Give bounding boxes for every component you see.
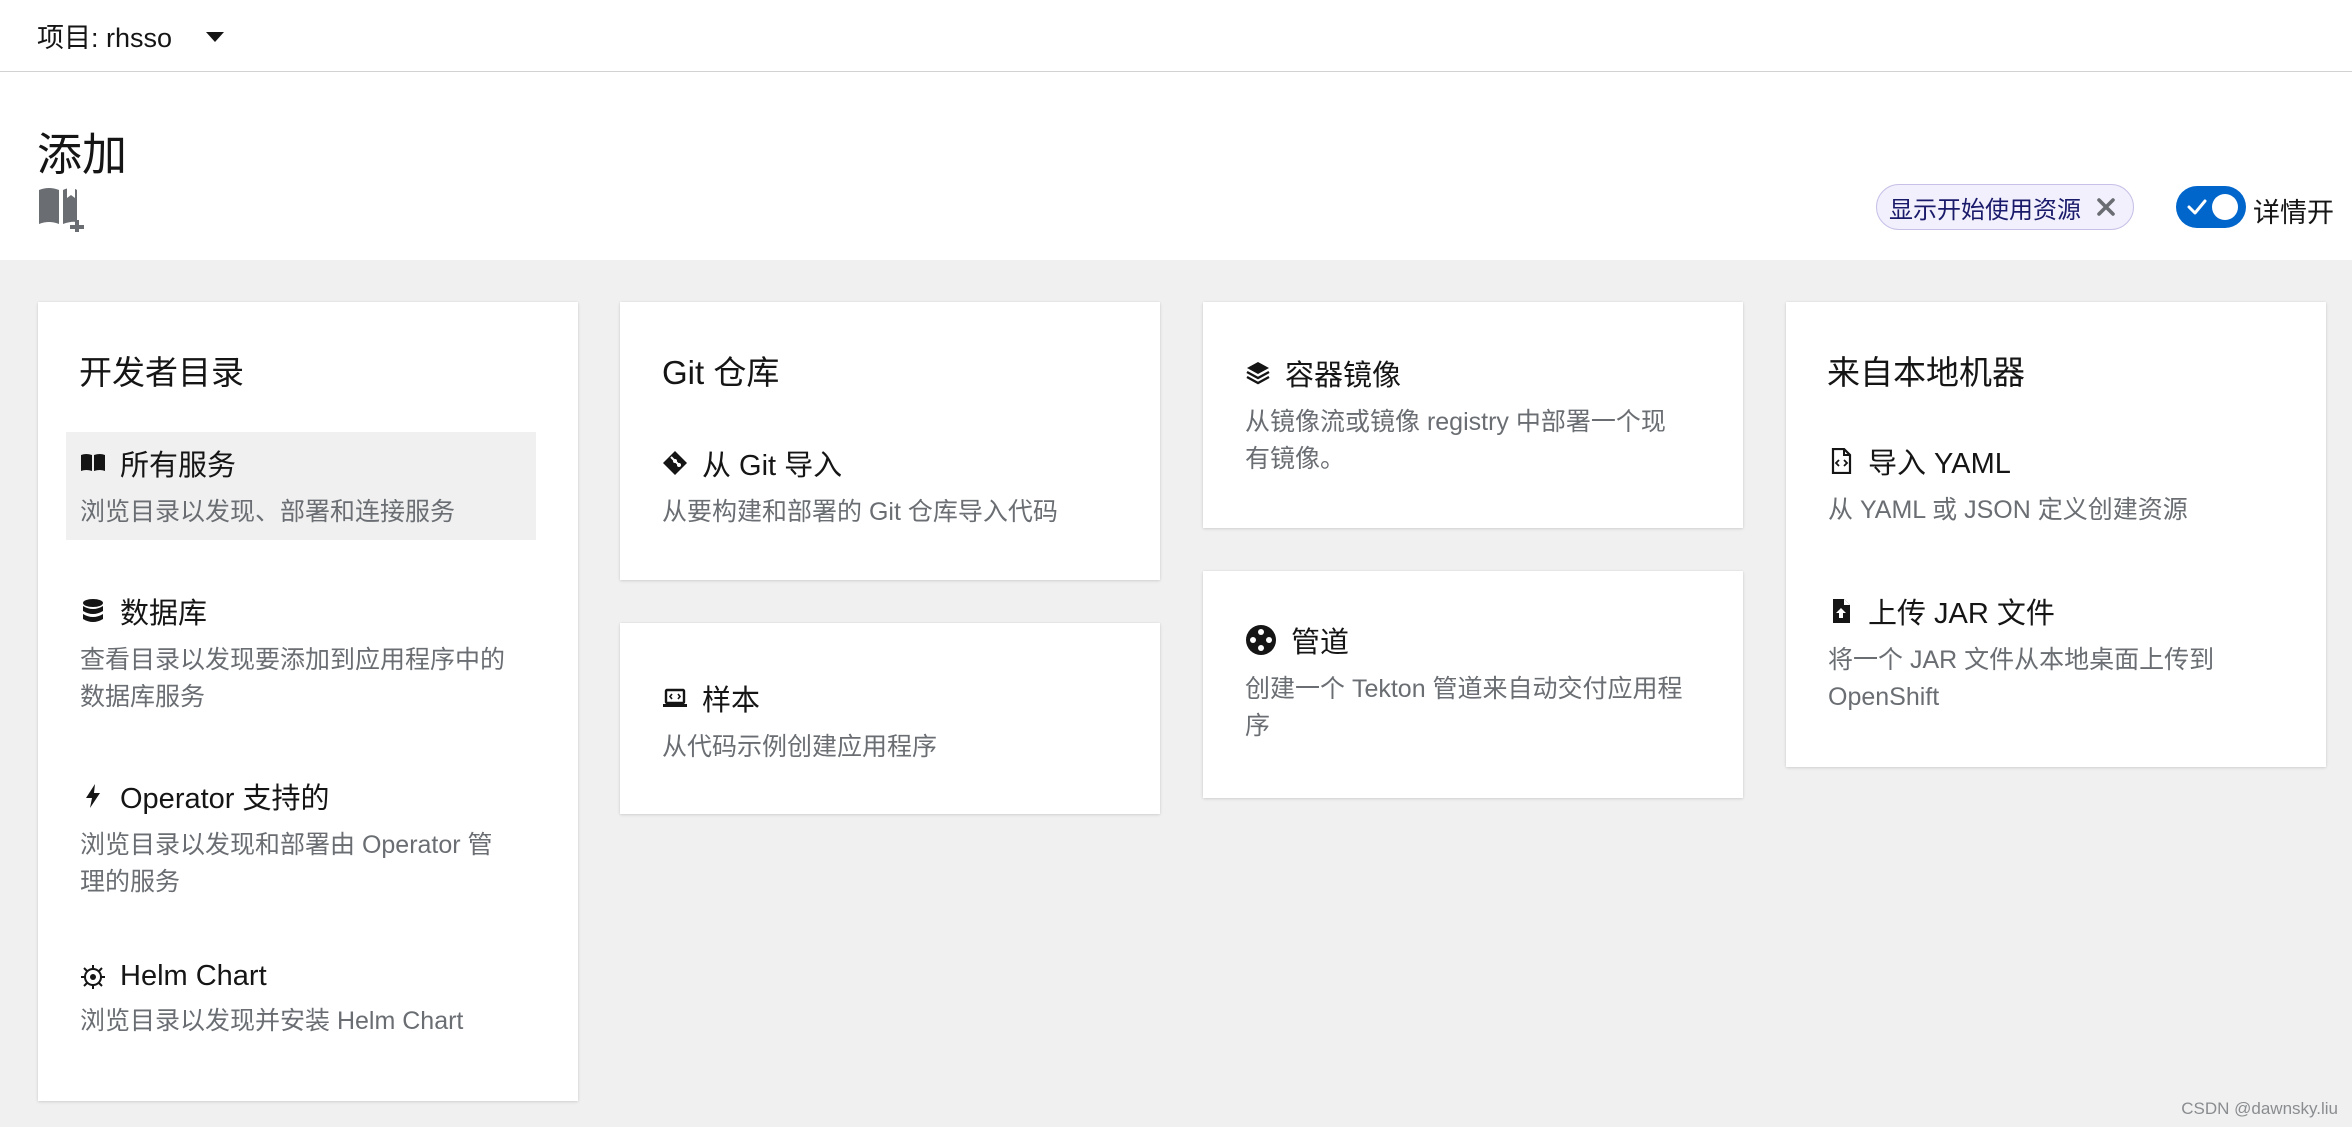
file-upload-icon bbox=[1833, 599, 1850, 623]
item-title: 容器镜像 bbox=[1285, 360, 1402, 392]
page-header: 添加 显示开始使用资源 bbox=[0, 72, 2352, 260]
card-title: 来自本地机器 bbox=[1827, 354, 2025, 391]
card-container-image: 容器镜像 从镜像流或镜像 registry 中部署一个现有镜像。 bbox=[1203, 302, 1743, 528]
file-code-icon bbox=[1831, 448, 1852, 474]
item-description: 浏览目录以发现和部署由 Operator 管理的服务 bbox=[80, 831, 493, 896]
item-description: 从镜像流或镜像 registry 中部署一个现有镜像。 bbox=[1245, 408, 1666, 473]
item-description: 从 YAML 或 JSON 定义创建资源 bbox=[1828, 496, 2188, 524]
database-icon bbox=[83, 599, 103, 622]
item-description: 将一个 JAR 文件从本地桌面上传到 OpenShift bbox=[1828, 646, 2215, 711]
project-label: 项目: rhsso bbox=[37, 23, 173, 53]
item-description: 查看目录以发现要添加到应用程序中的数据库服务 bbox=[80, 646, 506, 711]
page-title: 添加 bbox=[37, 129, 128, 180]
item-description: 创建一个 Tekton 管道来自动交付应用程序 bbox=[1245, 675, 1683, 740]
item-title: 管道 bbox=[1291, 627, 1350, 659]
details-toggle[interactable] bbox=[2176, 186, 2246, 228]
watermark: CSDN @dawnsky.liu bbox=[2181, 1099, 2338, 1118]
laptop-code-icon bbox=[663, 688, 687, 707]
card-title: Git 仓库 bbox=[662, 354, 780, 391]
item-title: 样本 bbox=[702, 685, 761, 717]
bolt-icon bbox=[86, 784, 100, 808]
item-description: 从要构建和部署的 Git 仓库导入代码 bbox=[662, 498, 1058, 526]
cube-layers-icon bbox=[1246, 362, 1270, 385]
project-selector[interactable]: 项目: rhsso bbox=[37, 16, 225, 55]
catalog-item-all-services[interactable]: 所有服务 浏览目录以发现、部署和连接服务 bbox=[66, 432, 536, 540]
local-item-import-yaml[interactable]: 导入 YAML 从 YAML 或 JSON 定义创建资源 bbox=[1828, 440, 2278, 529]
card-title: 开发者目录 bbox=[79, 354, 244, 391]
helm-icon bbox=[81, 964, 105, 989]
item-title: Operator 支持的 bbox=[120, 783, 330, 815]
toggle-knob bbox=[2212, 194, 2238, 220]
card-git-repository: Git 仓库 从 Git 导入 从要构建和部署的 Git 仓库导入代码 bbox=[620, 302, 1160, 580]
details-toggle-label: 详情开 bbox=[2253, 198, 2334, 228]
item-title: 所有服务 bbox=[120, 450, 237, 482]
getting-started-chip[interactable]: 显示开始使用资源 bbox=[1876, 184, 2134, 230]
item-title: 数据库 bbox=[120, 598, 208, 630]
catalog-item-helm-chart[interactable]: Helm Chart 浏览目录以发现并安装 Helm Chart bbox=[80, 960, 510, 1040]
local-item-upload-jar[interactable]: 上传 JAR 文件 将一个 JAR 文件从本地桌面上传到 OpenShift bbox=[1828, 590, 2278, 716]
card-from-local-machine: 来自本地机器 导入 YAML 从 YAML 或 JSON 定义创建资源 上传 J… bbox=[1786, 302, 2326, 767]
chip-label: 显示开始使用资源 bbox=[1889, 196, 2081, 224]
item-description: 从代码示例创建应用程序 bbox=[662, 733, 938, 761]
item-title: 上传 JAR 文件 bbox=[1868, 598, 2055, 630]
topbar: 项目: rhsso bbox=[0, 0, 2352, 72]
add-to-library-icon bbox=[39, 186, 84, 232]
item-title: 从 Git 导入 bbox=[702, 450, 843, 482]
catalog-item-databases[interactable]: 数据库 查看目录以发现要添加到应用程序中的数据库服务 bbox=[80, 590, 510, 716]
catalog-item-operator-backed[interactable]: Operator 支持的 浏览目录以发现和部署由 Operator 管理的服务 bbox=[80, 775, 510, 901]
caret-down-icon bbox=[206, 31, 225, 42]
check-icon bbox=[2187, 199, 2207, 215]
samples-item[interactable]: 样本 从代码示例创建应用程序 bbox=[662, 677, 1122, 766]
card-samples: 样本 从代码示例创建应用程序 bbox=[620, 623, 1160, 814]
close-icon[interactable] bbox=[2095, 196, 2117, 218]
pipeline-item[interactable]: 管道 创建一个 Tekton 管道来自动交付应用程序 bbox=[1245, 619, 1685, 745]
container-image-item[interactable]: 容器镜像 从镜像流或镜像 registry 中部署一个现有镜像。 bbox=[1245, 352, 1685, 478]
item-title: Helm Chart bbox=[120, 960, 267, 992]
item-title: 导入 YAML bbox=[1868, 448, 2011, 480]
item-description: 浏览目录以发现并安装 Helm Chart bbox=[80, 1007, 464, 1035]
git-item-import-from-git[interactable]: 从 Git 导入 从要构建和部署的 Git 仓库导入代码 bbox=[662, 442, 1122, 531]
book-open-icon bbox=[81, 454, 105, 471]
item-description: 浏览目录以发现、部署和连接服务 bbox=[80, 498, 456, 526]
git-icon bbox=[663, 451, 687, 475]
card-pipelines: 管道 创建一个 Tekton 管道来自动交付应用程序 bbox=[1203, 571, 1743, 798]
pipeline-icon bbox=[1246, 625, 1276, 655]
card-developer-catalog: 开发者目录 所有服务 浏览目录以发现、部署和连接服务 数据库 查看目录以发现要添… bbox=[38, 302, 578, 1101]
